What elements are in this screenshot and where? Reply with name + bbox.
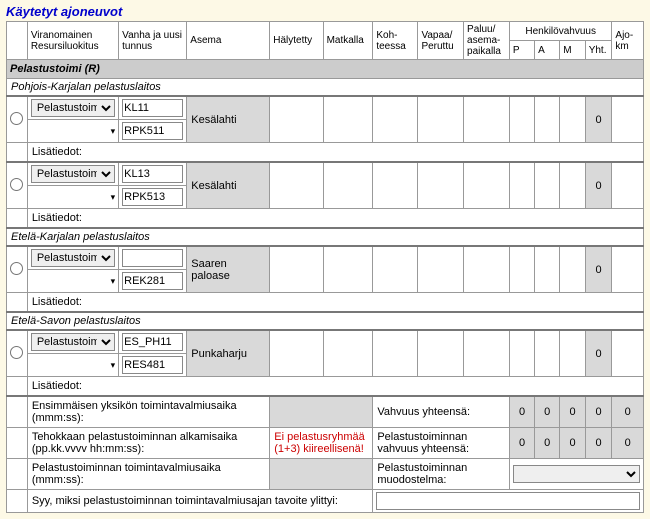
row2-dd-arrow[interactable] xyxy=(27,186,118,209)
row2-radio[interactable] xyxy=(10,178,23,191)
sum-a: 0 xyxy=(535,396,560,428)
hdr-asema: Asema xyxy=(187,22,270,60)
row1-paluu[interactable] xyxy=(464,96,510,143)
hdr-resource: Viranomainen Resursiluokitus xyxy=(27,22,118,60)
hdr-vapaa: Vapaa/ Peruttu xyxy=(418,22,464,60)
row3-dd-arrow[interactable] xyxy=(27,270,118,293)
footer-l3-val xyxy=(270,459,373,490)
sum-yht: 0 xyxy=(585,396,612,428)
pt-yht: 0 xyxy=(585,428,612,459)
row1-halytetty[interactable] xyxy=(270,96,323,143)
row1-ajokm[interactable] xyxy=(612,96,644,143)
hdr-m: M xyxy=(560,41,585,60)
muodostelma-select[interactable] xyxy=(513,465,640,483)
row2-asema: Kesälahti xyxy=(187,162,270,209)
row4-yht: 0 xyxy=(585,330,612,377)
row4-id1-input[interactable] xyxy=(122,333,183,351)
row2-resource-select[interactable]: Pelastustoimi ( xyxy=(31,165,115,183)
row4-dd-arrow[interactable] xyxy=(27,354,118,377)
row1-id2-input[interactable] xyxy=(122,122,183,140)
row1-id1-input[interactable] xyxy=(122,99,183,117)
row1-kohteessa[interactable] xyxy=(373,96,418,143)
hdr-kohteessa: Koh-teessa xyxy=(373,22,418,60)
footer-r3: Pelastustoiminnan muodostelma: xyxy=(373,459,510,490)
hdr-halytetty: Hälytetty xyxy=(270,22,323,60)
vehicles-table: Viranomainen Resursiluokitus Vanha ja uu… xyxy=(6,21,644,513)
pt-p: 0 xyxy=(509,428,534,459)
row2-yht: 0 xyxy=(585,162,612,209)
hdr-yht: Yht. xyxy=(585,41,612,60)
row1-p[interactable] xyxy=(509,96,534,143)
row3-id1-input[interactable] xyxy=(122,249,183,267)
row3-lisatiedot[interactable]: Lisätiedot: xyxy=(27,293,643,313)
row4-lisatiedot[interactable]: Lisätiedot: xyxy=(27,377,643,397)
footer-l2-note: Ei pelastusryhmää (1+3) kiireellisenä! xyxy=(270,428,373,459)
row1-dd-arrow[interactable] xyxy=(27,120,118,143)
row2-id2-input[interactable] xyxy=(122,188,183,206)
footer-r2: Pelastustoiminnan vahvuus yhteensä: xyxy=(373,428,510,459)
dept-header-3: Etelä-Savon pelastuslaitos xyxy=(7,312,644,330)
hdr-ajokm: Ajo-km xyxy=(612,22,644,60)
row3-radio[interactable] xyxy=(10,262,23,275)
footer-l4: Syy, miksi pelastustoiminnan toimintaval… xyxy=(27,490,373,513)
hdr-a: A xyxy=(535,41,560,60)
footer-r1: Vahvuus yhteensä: xyxy=(373,396,510,428)
row3-resource-select[interactable]: Pelastustoimi ( xyxy=(31,249,115,267)
row4-id2-input[interactable] xyxy=(122,356,183,374)
sum-p: 0 xyxy=(509,396,534,428)
reason-input[interactable] xyxy=(376,492,640,510)
row1-resource-select[interactable]: Pelastustoimi ( xyxy=(31,99,115,117)
row4-asema: Punkaharju xyxy=(187,330,270,377)
sum-ajo: 0 xyxy=(612,396,644,428)
footer-l2: Tehokkaan pelastustoiminnan alkamisaika … xyxy=(27,428,269,459)
row1-asema: Kesälahti xyxy=(187,96,270,143)
pt-a: 0 xyxy=(535,428,560,459)
hdr-paluu: Paluu/ asema- paikalla xyxy=(464,22,510,60)
dept-header-2: Etelä-Karjalan pelastuslaitos xyxy=(7,228,644,246)
pt-ajo: 0 xyxy=(612,428,644,459)
row4-resource-select[interactable]: Pelastustoimi ( xyxy=(31,333,115,351)
row3-asema: Saaren paloase xyxy=(187,246,270,293)
row3-yht: 0 xyxy=(585,246,612,293)
hdr-p: P xyxy=(509,41,534,60)
page-title: Käytetyt ajoneuvot xyxy=(6,4,644,19)
footer-l3: Pelastustoiminnan toimintavalmiusaika (m… xyxy=(27,459,269,490)
group-header: Pelastustoimi (R) xyxy=(7,60,644,79)
dept-header-1: Pohjois-Karjalan pelastuslaitos xyxy=(7,79,644,97)
row2-id1-input[interactable] xyxy=(122,165,183,183)
hdr-matkalla: Matkalla xyxy=(323,22,373,60)
row3-id2-input[interactable] xyxy=(122,272,183,290)
pt-m: 0 xyxy=(560,428,585,459)
row1-radio[interactable] xyxy=(10,112,23,125)
row1-vapaa[interactable] xyxy=(418,96,464,143)
row2-lisatiedot[interactable]: Lisätiedot: xyxy=(27,209,643,229)
hdr-henkilovahvuus: Henkilövahvuus xyxy=(509,22,611,41)
row1-yht: 0 xyxy=(585,96,612,143)
row1-matkalla[interactable] xyxy=(323,96,373,143)
row4-radio[interactable] xyxy=(10,346,23,359)
row1-lisatiedot[interactable]: Lisätiedot: xyxy=(27,143,643,163)
footer-l1: Ensimmäisen yksikön toimintavalmiusaika … xyxy=(27,396,269,428)
footer-l1-val xyxy=(270,396,373,428)
row1-m[interactable] xyxy=(560,96,585,143)
sum-m: 0 xyxy=(560,396,585,428)
row1-a[interactable] xyxy=(535,96,560,143)
hdr-tunnus: Vanha ja uusi tunnus xyxy=(119,22,187,60)
